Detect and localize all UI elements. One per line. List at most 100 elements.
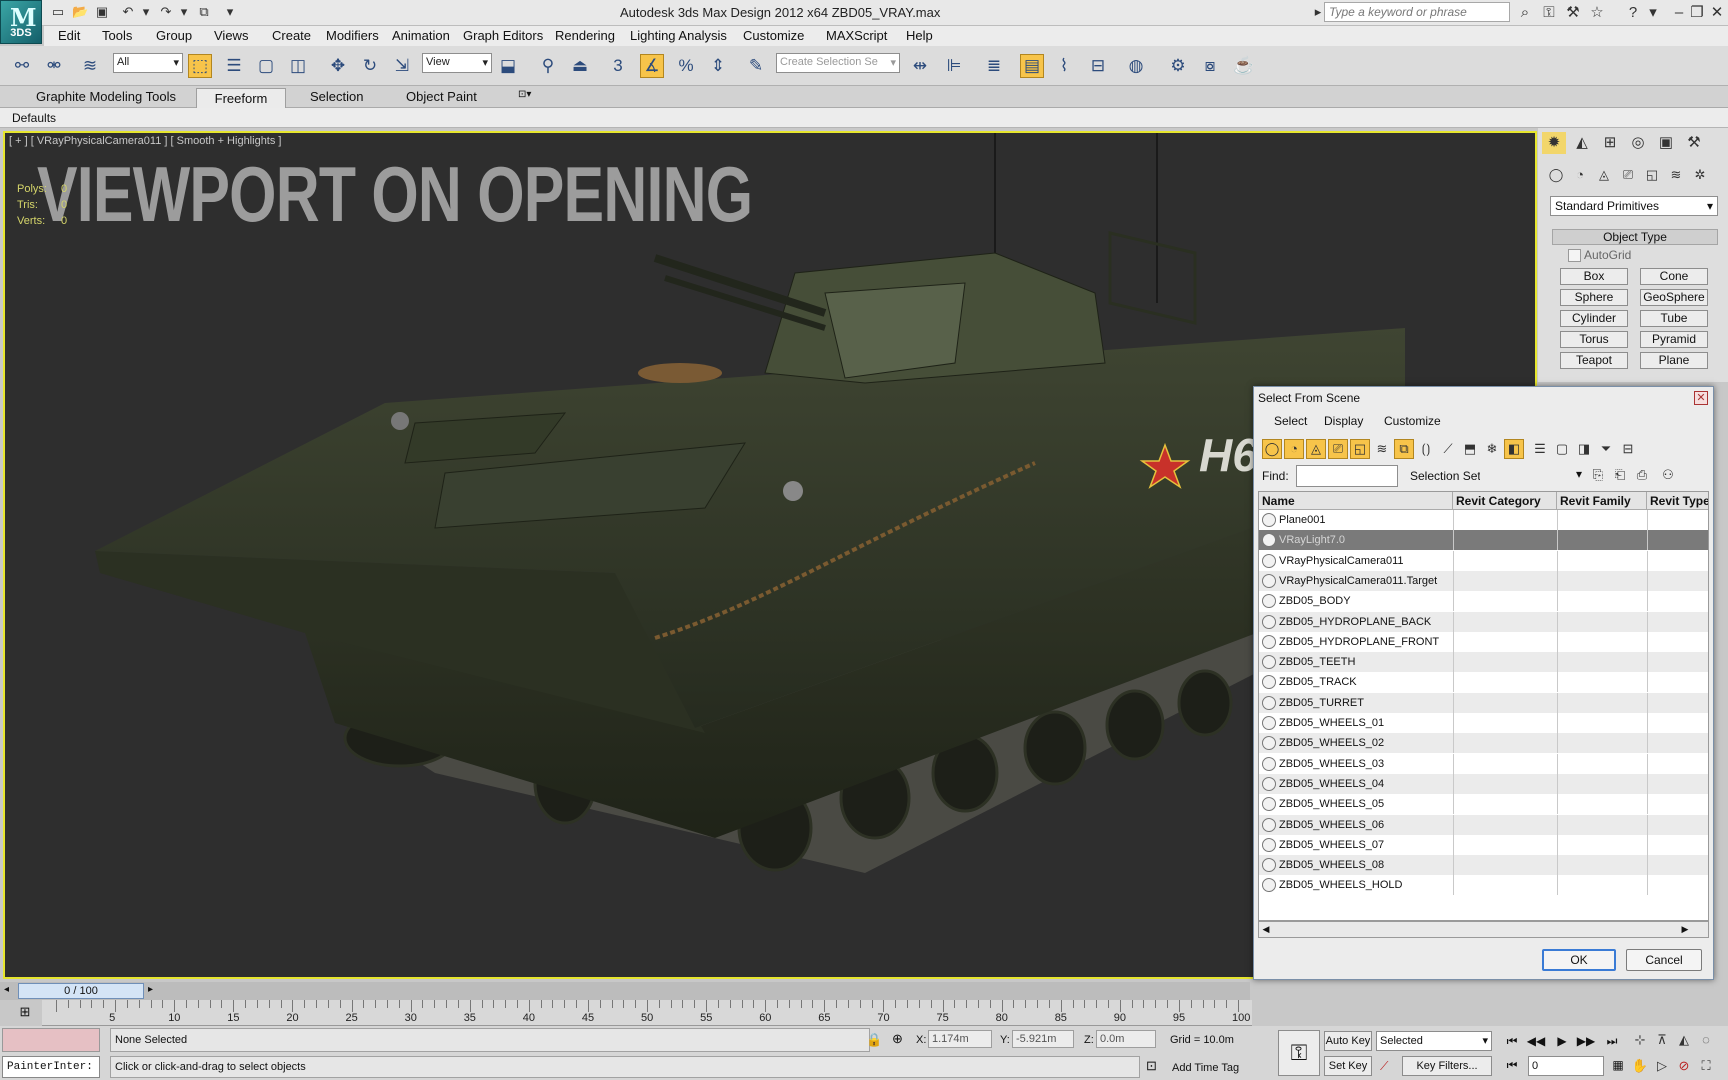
table-row[interactable]: ZBD05_WHEELS_08: [1259, 855, 1708, 876]
material-editor-icon[interactable]: ◍: [1124, 54, 1148, 78]
tab-graphite-modeling-tools[interactable]: Graphite Modeling Tools: [36, 89, 176, 104]
restore-icon[interactable]: ❐: [1688, 4, 1706, 22]
teapot-button[interactable]: Teapot: [1560, 352, 1628, 369]
tab-freeform[interactable]: Freeform: [196, 88, 286, 108]
table-row[interactable]: ZBD05_WHEELS_07: [1259, 834, 1708, 855]
pan-icon[interactable]: ✋: [1630, 1056, 1650, 1076]
redo-icon[interactable]: ↷: [158, 4, 174, 20]
motion-tab-icon[interactable]: ◎: [1626, 132, 1650, 154]
key-filters-button[interactable]: Key Filters...: [1402, 1056, 1492, 1076]
display-frozen-icon[interactable]: ❄: [1482, 439, 1502, 459]
key-mode-toggle-icon[interactable]: ⏮: [1502, 1056, 1522, 1074]
schematic-view-icon[interactable]: ⊟: [1086, 54, 1110, 78]
select-by-name-icon[interactable]: ☰: [222, 54, 246, 78]
go-to-start-icon[interactable]: ⏮: [1502, 1032, 1522, 1050]
selset-add-icon[interactable]: ⎘: [1588, 465, 1608, 485]
table-row[interactable]: ZBD05_TURRET: [1259, 692, 1708, 713]
select-manipulate-icon[interactable]: ⚲: [536, 54, 560, 78]
filter-icon[interactable]: ⏷: [1596, 439, 1616, 459]
table-row[interactable]: VRayLight7.0: [1259, 530, 1708, 551]
binoculars-icon[interactable]: ⌕: [1516, 4, 1534, 22]
display-space-warps-icon[interactable]: ≋: [1372, 439, 1392, 459]
table-row[interactable]: VRayPhysicalCamera011: [1259, 550, 1708, 571]
named-selection-set-dropdown[interactable]: Create Selection Se: [776, 53, 900, 73]
table-row[interactable]: ZBD05_WHEELS_04: [1259, 773, 1708, 794]
previous-key-icon[interactable]: ◀◀: [1526, 1032, 1546, 1050]
box-button[interactable]: Box: [1560, 268, 1628, 285]
cameras-icon[interactable]: ⎚: [1616, 164, 1640, 186]
open-mini-curve-editor-icon[interactable]: ⊞: [14, 1004, 36, 1024]
display-geometry-icon[interactable]: ◯: [1262, 439, 1282, 459]
selset-manager-icon[interactable]: ⚇: [1658, 465, 1678, 485]
lights-icon[interactable]: ◬: [1592, 164, 1616, 186]
add-time-tag[interactable]: Add Time Tag: [1172, 1062, 1239, 1074]
rectangular-selection-icon[interactable]: ▢: [254, 54, 278, 78]
auto-key-button[interactable]: Auto Key: [1324, 1031, 1372, 1051]
display-cameras-icon[interactable]: ⎚: [1328, 439, 1348, 459]
align-icon[interactable]: ⊫: [942, 54, 966, 78]
x-coordinate-field[interactable]: 1.174m: [928, 1030, 992, 1048]
move-icon[interactable]: ✥: [326, 54, 350, 78]
edit-named-selection-icon[interactable]: ✎: [744, 54, 768, 78]
geometry-icon[interactable]: ◯: [1544, 164, 1568, 186]
display-lights-icon[interactable]: ◬: [1306, 439, 1326, 459]
viewport-label[interactable]: [ + ] [ VRayPhysicalCamera011 ] [ Smooth…: [9, 135, 281, 147]
selset-remove-icon[interactable]: ⎗: [1610, 465, 1630, 485]
menu-create[interactable]: Create: [272, 28, 311, 43]
table-row[interactable]: ZBD05_WHEELS_06: [1259, 814, 1708, 835]
column-revit-type[interactable]: Revit Type: [1647, 492, 1708, 510]
next-key-icon[interactable]: ▶▶: [1576, 1032, 1596, 1050]
save-icon[interactable]: ▣: [94, 4, 110, 20]
minimize-icon[interactable]: –: [1670, 4, 1688, 22]
curve-editor-icon[interactable]: ⌇: [1052, 54, 1076, 78]
z-coordinate-field[interactable]: 0.0m: [1096, 1030, 1156, 1048]
new-icon[interactable]: ▭: [50, 4, 66, 20]
customize-dropdown-icon[interactable]: ▾: [222, 4, 238, 20]
menu-edit[interactable]: Edit: [58, 28, 80, 43]
autogrid-checkbox[interactable]: AutoGrid: [1567, 248, 1631, 262]
dialog-close-icon[interactable]: ✕: [1694, 391, 1708, 405]
scale-icon[interactable]: ⇲: [390, 54, 414, 78]
dialog-menu-customize[interactable]: Customize: [1384, 414, 1441, 428]
spinner-snap-icon[interactable]: ⇕: [706, 54, 730, 78]
table-row[interactable]: ZBD05_WHEELS_HOLD: [1259, 875, 1708, 896]
render-setup-icon[interactable]: ⚙: [1166, 54, 1190, 78]
display-bones-icon[interactable]: ⟋: [1438, 439, 1458, 459]
menu-views[interactable]: Views: [214, 28, 248, 43]
reference-coordinate-dropdown[interactable]: View: [422, 53, 492, 73]
help-icon[interactable]: ?: [1624, 4, 1642, 22]
menu-customize[interactable]: Customize: [743, 28, 804, 43]
set-keys-icon[interactable]: ⚿: [1278, 1030, 1320, 1076]
help-dropdown-icon[interactable]: ▾: [1644, 4, 1662, 22]
undo-icon[interactable]: ↶: [120, 4, 136, 20]
close-icon[interactable]: ✕: [1708, 4, 1726, 22]
snaps-toggle-icon[interactable]: 3: [606, 54, 630, 78]
display-invert-icon[interactable]: ◨: [1574, 439, 1594, 459]
display-tab-icon[interactable]: ▣: [1654, 132, 1678, 154]
play-icon[interactable]: ▶: [1552, 1032, 1572, 1050]
selection-filter-dropdown[interactable]: All: [113, 53, 183, 73]
default-in-out-tangent-icon[interactable]: ⟋: [1380, 1056, 1398, 1076]
menu-modifiers[interactable]: Modifiers: [326, 28, 379, 43]
tab-selection[interactable]: Selection: [310, 89, 363, 104]
time-configuration-icon[interactable]: ▦: [1608, 1056, 1628, 1074]
menu-group[interactable]: Group: [156, 28, 192, 43]
current-frame-field[interactable]: 0: [1528, 1056, 1604, 1076]
zoom-icon[interactable]: ⊹: [1630, 1030, 1650, 1050]
go-to-end-icon[interactable]: ⏭: [1602, 1032, 1622, 1050]
column-revit-category[interactable]: Revit Category: [1453, 492, 1557, 510]
orbit-camera-icon[interactable]: ⊘: [1674, 1056, 1694, 1076]
communication-icon[interactable]: ⚒: [1564, 4, 1582, 22]
time-slider-track[interactable]: ◂ ▸: [0, 982, 1250, 1000]
display-hidden-icon[interactable]: ◧: [1504, 439, 1524, 459]
rendered-frame-window-icon[interactable]: ⧇: [1198, 54, 1222, 78]
table-row[interactable]: ZBD05_TRACK: [1259, 672, 1708, 693]
object-type-rollout-header[interactable]: Object Type: [1552, 229, 1718, 245]
field-of-view-icon[interactable]: ◭: [1674, 1030, 1694, 1050]
maximize-viewport-icon[interactable]: ⛶: [1696, 1056, 1716, 1076]
table-row[interactable]: ZBD05_HYDROPLANE_BACK: [1259, 611, 1708, 632]
redo-dropdown-icon[interactable]: ▾: [176, 4, 192, 20]
next-frame-icon[interactable]: ▸: [148, 984, 153, 995]
percent-snap-icon[interactable]: %: [674, 54, 698, 78]
primitive-type-dropdown[interactable]: Standard Primitives: [1550, 196, 1718, 216]
